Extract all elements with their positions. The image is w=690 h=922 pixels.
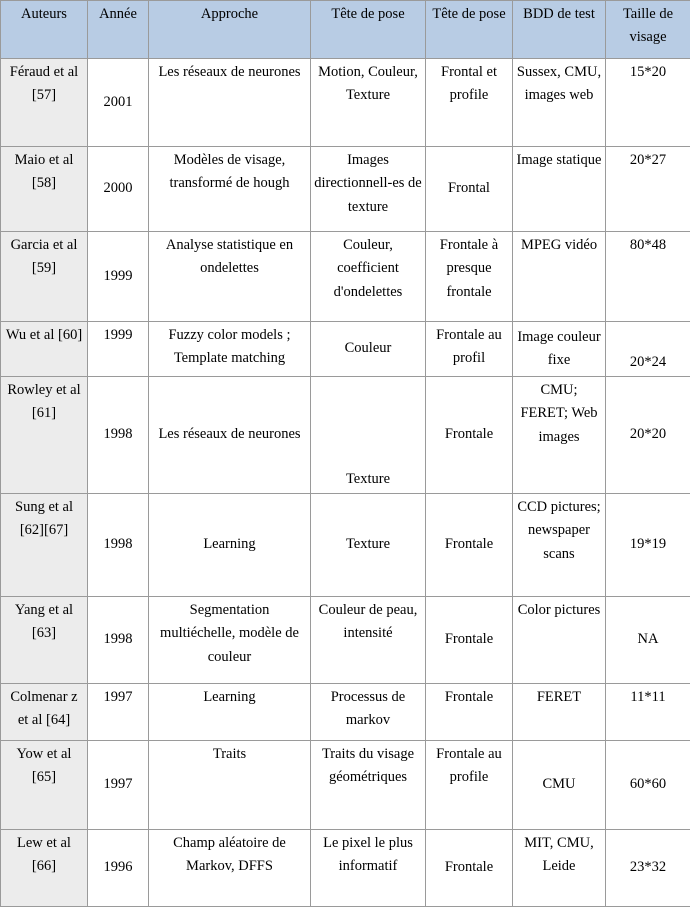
cell-auteurs: Rowley et al [61] [0,376,88,494]
cell-tete2: Frontale au profil [425,321,513,377]
cell-approche: Les réseaux de neurones [148,58,311,147]
cell-bdd: Color pictures [512,596,606,684]
table-header: Auteurs Année Approche Tête de pose Tête… [0,0,690,59]
table-row: Lew et al [66] 1996 Champ aléatoire de Mar… [0,829,690,907]
cell-taille: 15*20 [605,58,690,147]
cell-bdd: Image couleur fixe [512,321,606,377]
column-header-bdd-de-test: BDD de test [512,0,606,59]
cell-auteurs: Wu et al [60] [0,321,88,377]
cell-tete1: Couleur de peau, intensité [310,596,426,684]
cell-taille: 20*24 [605,321,690,377]
cell-tete1: Images directionnell-es de texture [310,146,426,232]
cell-taille: 80*48 [605,231,690,322]
cell-annee: 1996 [87,829,149,907]
cell-taille: 60*60 [605,740,690,830]
cell-auteurs: Colmenar z et al [64] [0,683,88,741]
table-row: Garcia et al [59] 1999 Analyse statistique… [0,231,690,322]
cell-annee: 1998 [87,596,149,684]
cell-annee: 1997 [87,683,149,741]
table-row: Wu et al [60] 1999 Fuzzy color models ; Te… [0,321,690,377]
cell-tete1: Couleur, coefficient d'ondelettes [310,231,426,322]
column-header-annee: Année [87,0,149,59]
cell-approche: Traits [148,740,311,830]
cell-approche: Analyse statistique en ondelettes [148,231,311,322]
cell-taille: NA [605,596,690,684]
table-row: Rowley et al [61] 1998 Les réseaux de neur… [0,376,690,494]
cell-approche: Champ aléatoire de Markov, DFFS [148,829,311,907]
cell-auteurs: Garcia et al [59] [0,231,88,322]
table-row: Yow et al [65] 1997 Traits Traits du visage… [0,740,690,830]
cell-tete2: Frontale [425,376,513,494]
cell-annee: 1997 [87,740,149,830]
cell-tete1: Processus de markov [310,683,426,741]
table-row: Yang et al [63] 1998 Segmentation multiéch… [0,596,690,684]
cell-tete1: Motion, Couleur, Texture [310,58,426,147]
cell-tete2: Frontale [425,493,513,597]
column-header-taille-de-visage: Taille de visage [605,0,690,59]
cell-annee: 1999 [87,321,149,377]
cell-tete1: Couleur [310,321,426,377]
cell-approche: Modèles de visage, transformé de hough [148,146,311,232]
cell-taille: 20*20 [605,376,690,494]
column-header-auteurs: Auteurs [0,0,88,59]
cell-tete2: Frontale au profile [425,740,513,830]
cell-taille: 19*19 [605,493,690,597]
cell-auteurs: Sung et al [62][67] [0,493,88,597]
cell-approche: Learning [148,683,311,741]
cell-annee: 1998 [87,376,149,494]
cell-bdd: CMU; FERET; Web images [512,376,606,494]
cell-annee: 1998 [87,493,149,597]
column-header-tete-de-pose-1: Tête de pose [310,0,426,59]
cell-tete2: Frontal [425,146,513,232]
cell-annee: 1999 [87,231,149,322]
table-row: Sung et al [62][67] 1998 Learning Texture Fr… [0,493,690,597]
table-body: Féraud et al [57] 2001 Les réseaux de neur… [0,58,690,907]
cell-bdd: CCD pictures; newspaper scans [512,493,606,597]
column-header-approche: Approche [148,0,311,59]
cell-bdd: MIT, CMU, Leide [512,829,606,907]
cell-bdd: CMU [512,740,606,830]
cell-tete2: Frontal et profile [425,58,513,147]
cell-approche: Les réseaux de neurones [148,376,311,494]
cell-tete2: Frontale [425,596,513,684]
cell-tete2: Frontale [425,683,513,741]
cell-approche: Fuzzy color models ; Template matching [148,321,311,377]
cell-taille: 11*11 [605,683,690,741]
cell-tete1: Le pixel le plus informatif [310,829,426,907]
cell-auteurs: Maio et al [58] [0,146,88,232]
cell-auteurs: Yang et al [63] [0,596,88,684]
table-row: Maio et al [58] 2000 Modèles de visage, tr… [0,146,690,232]
cell-bdd: Sussex, CMU, images web [512,58,606,147]
cell-tete2: Frontale [425,829,513,907]
cell-auteurs: Lew et al [66] [0,829,88,907]
cell-annee: 2001 [87,58,149,147]
cell-bdd: MPEG vidéo [512,231,606,322]
column-header-tete-de-pose-2: Tête de pose [425,0,513,59]
comparison-table: Auteurs Année Approche Tête de pose Tête… [0,0,690,907]
cell-annee: 2000 [87,146,149,232]
table-row: Féraud et al [57] 2001 Les réseaux de neur… [0,58,690,147]
cell-tete2: Frontale à presque frontale [425,231,513,322]
cell-tete1: Texture [310,493,426,597]
cell-taille: 20*27 [605,146,690,232]
cell-auteurs: Féraud et al [57] [0,58,88,147]
table-header-row: Auteurs Année Approche Tête de pose Tête… [0,0,690,59]
cell-bdd: FERET [512,683,606,741]
cell-tete1: Texture [310,376,426,494]
cell-bdd: Image statique [512,146,606,232]
cell-tete1: Traits du visage géométriques [310,740,426,830]
cell-taille: 23*32 [605,829,690,907]
cell-approche: Learning [148,493,311,597]
cell-approche: Segmentation multiéchelle, modèle de cou… [148,596,311,684]
cell-auteurs: Yow et al [65] [0,740,88,830]
table-row: Colmenar z et al [64] 1997 Learning Process… [0,683,690,741]
